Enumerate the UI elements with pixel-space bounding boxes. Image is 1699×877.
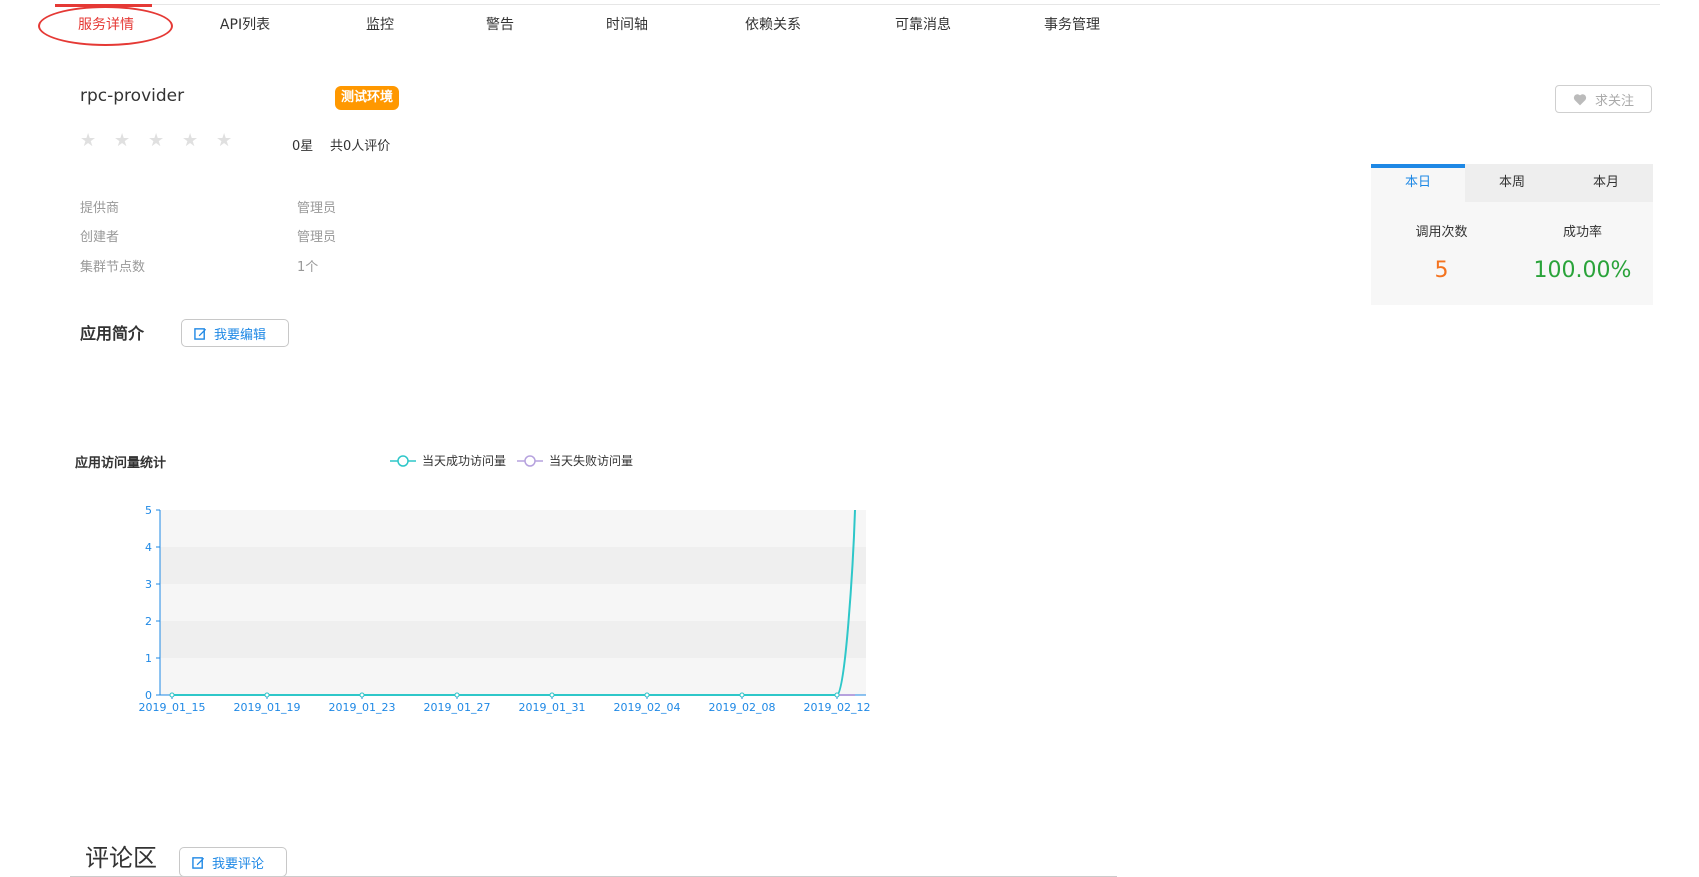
service-name: rpc-provider bbox=[80, 86, 185, 106]
tab-service-detail[interactable]: 服务详情 bbox=[71, 14, 141, 36]
star-rating[interactable]: ★ ★ ★ ★ ★ bbox=[80, 130, 250, 151]
x-tick-label: 2019_01_15 bbox=[139, 701, 206, 714]
edit-icon bbox=[194, 327, 207, 340]
tab-api-list[interactable]: API列表 bbox=[210, 14, 280, 36]
env-badge: 测试环境 bbox=[335, 86, 400, 110]
creator-label: 创建者 bbox=[80, 230, 120, 245]
data-point bbox=[644, 692, 650, 698]
x-tick-label: 2019_01_23 bbox=[329, 701, 396, 714]
heart-icon bbox=[1573, 93, 1587, 105]
star-icon[interactable]: ★ bbox=[80, 130, 114, 151]
success-rate-value: 100.00% bbox=[1533, 258, 1632, 283]
stats-tab-today[interactable]: 本日 bbox=[1371, 164, 1465, 202]
calls-value: 5 bbox=[1434, 258, 1449, 283]
data-point bbox=[739, 692, 745, 698]
star-icon[interactable]: ★ bbox=[148, 130, 182, 151]
calls-label: 调用次数 bbox=[1415, 225, 1468, 240]
x-tick-label: 2019_02_04 bbox=[614, 701, 681, 714]
creator-value: 管理员 bbox=[297, 230, 337, 245]
y-tick-label: 3 bbox=[145, 578, 152, 591]
y-tick-label: 2 bbox=[145, 615, 152, 628]
stats-tabs: 本日 本周 本月 bbox=[1371, 164, 1653, 202]
cluster-nodes-label: 集群节点数 bbox=[80, 260, 146, 275]
x-tick-label: 2019_02_12 bbox=[804, 701, 871, 714]
star-icon[interactable]: ★ bbox=[216, 130, 250, 151]
access-chart: 0123452019_01_15 2019_01_19 2019_01_23 2019… bbox=[139, 504, 871, 714]
success-rate-label: 成功率 bbox=[1562, 225, 1602, 240]
data-point bbox=[454, 692, 460, 698]
y-tick-label: 1 bbox=[145, 652, 152, 665]
x-tick-label: 2019_01_31 bbox=[519, 701, 586, 714]
provider-label: 提供商 bbox=[80, 201, 120, 216]
edit-intro-button[interactable]: 我要编辑 bbox=[181, 319, 289, 347]
y-tick-label: 4 bbox=[145, 541, 152, 554]
tab-timeline[interactable]: 时间轴 bbox=[597, 14, 657, 36]
data-point bbox=[359, 692, 365, 698]
grid-band bbox=[160, 510, 866, 547]
legend-failure-label: 当天失败访问量 bbox=[549, 454, 634, 468]
x-tick-label: 2019_02_08 bbox=[709, 701, 776, 714]
tab-monitor[interactable]: 监控 bbox=[355, 14, 405, 36]
follow-label: 求关注 bbox=[1594, 93, 1634, 109]
tab-reliable-messages[interactable]: 可靠消息 bbox=[888, 14, 958, 36]
edit-icon bbox=[192, 856, 205, 869]
data-point bbox=[834, 692, 840, 698]
add-comment-label: 我要评论 bbox=[212, 856, 265, 872]
legend-success-label: 当天成功访问量 bbox=[422, 454, 507, 468]
intro-title: 应用简介 bbox=[80, 324, 145, 343]
data-point bbox=[549, 692, 555, 698]
nav-top-border bbox=[60, 4, 1660, 5]
stats-panel: 本日 本周 本月 调用次数 成功率 5 100.00% bbox=[1371, 164, 1653, 305]
legend-line-icon bbox=[390, 454, 416, 467]
edit-intro-label: 我要编辑 bbox=[214, 327, 267, 343]
cluster-nodes-value: 1个 bbox=[297, 260, 319, 275]
grid-band bbox=[160, 584, 866, 621]
legend-failure[interactable]: 当天失败访问量 bbox=[517, 452, 633, 469]
grid-band bbox=[160, 658, 866, 695]
x-tick-label: 2019_01_19 bbox=[234, 701, 301, 714]
legend-line-icon bbox=[517, 454, 543, 467]
x-tick-label: 2019_01_27 bbox=[424, 701, 491, 714]
stats-tab-month[interactable]: 本月 bbox=[1559, 164, 1653, 202]
chart-title: 应用访问量统计 bbox=[75, 456, 167, 471]
legend-success[interactable]: 当天成功访问量 bbox=[390, 452, 506, 469]
star-icon[interactable]: ★ bbox=[182, 130, 216, 151]
y-tick-label: 5 bbox=[145, 504, 152, 517]
comment-section-title: 评论区 bbox=[85, 844, 157, 872]
grid-band bbox=[160, 621, 866, 658]
follow-button[interactable]: 求关注 bbox=[1555, 85, 1652, 113]
data-point bbox=[169, 692, 175, 698]
tab-dependencies[interactable]: 依赖关系 bbox=[738, 14, 808, 36]
provider-value: 管理员 bbox=[297, 201, 337, 216]
grid-band bbox=[160, 547, 866, 584]
data-point bbox=[264, 692, 270, 698]
review-count: 共0人评价 bbox=[330, 139, 391, 154]
tab-warning[interactable]: 警告 bbox=[475, 14, 525, 36]
star-icon[interactable]: ★ bbox=[114, 130, 148, 151]
star-count: 0星 bbox=[292, 139, 314, 154]
tab-transactions[interactable]: 事务管理 bbox=[1037, 14, 1107, 36]
add-comment-button[interactable]: 我要评论 bbox=[179, 847, 287, 877]
stats-tab-week[interactable]: 本周 bbox=[1465, 164, 1559, 202]
